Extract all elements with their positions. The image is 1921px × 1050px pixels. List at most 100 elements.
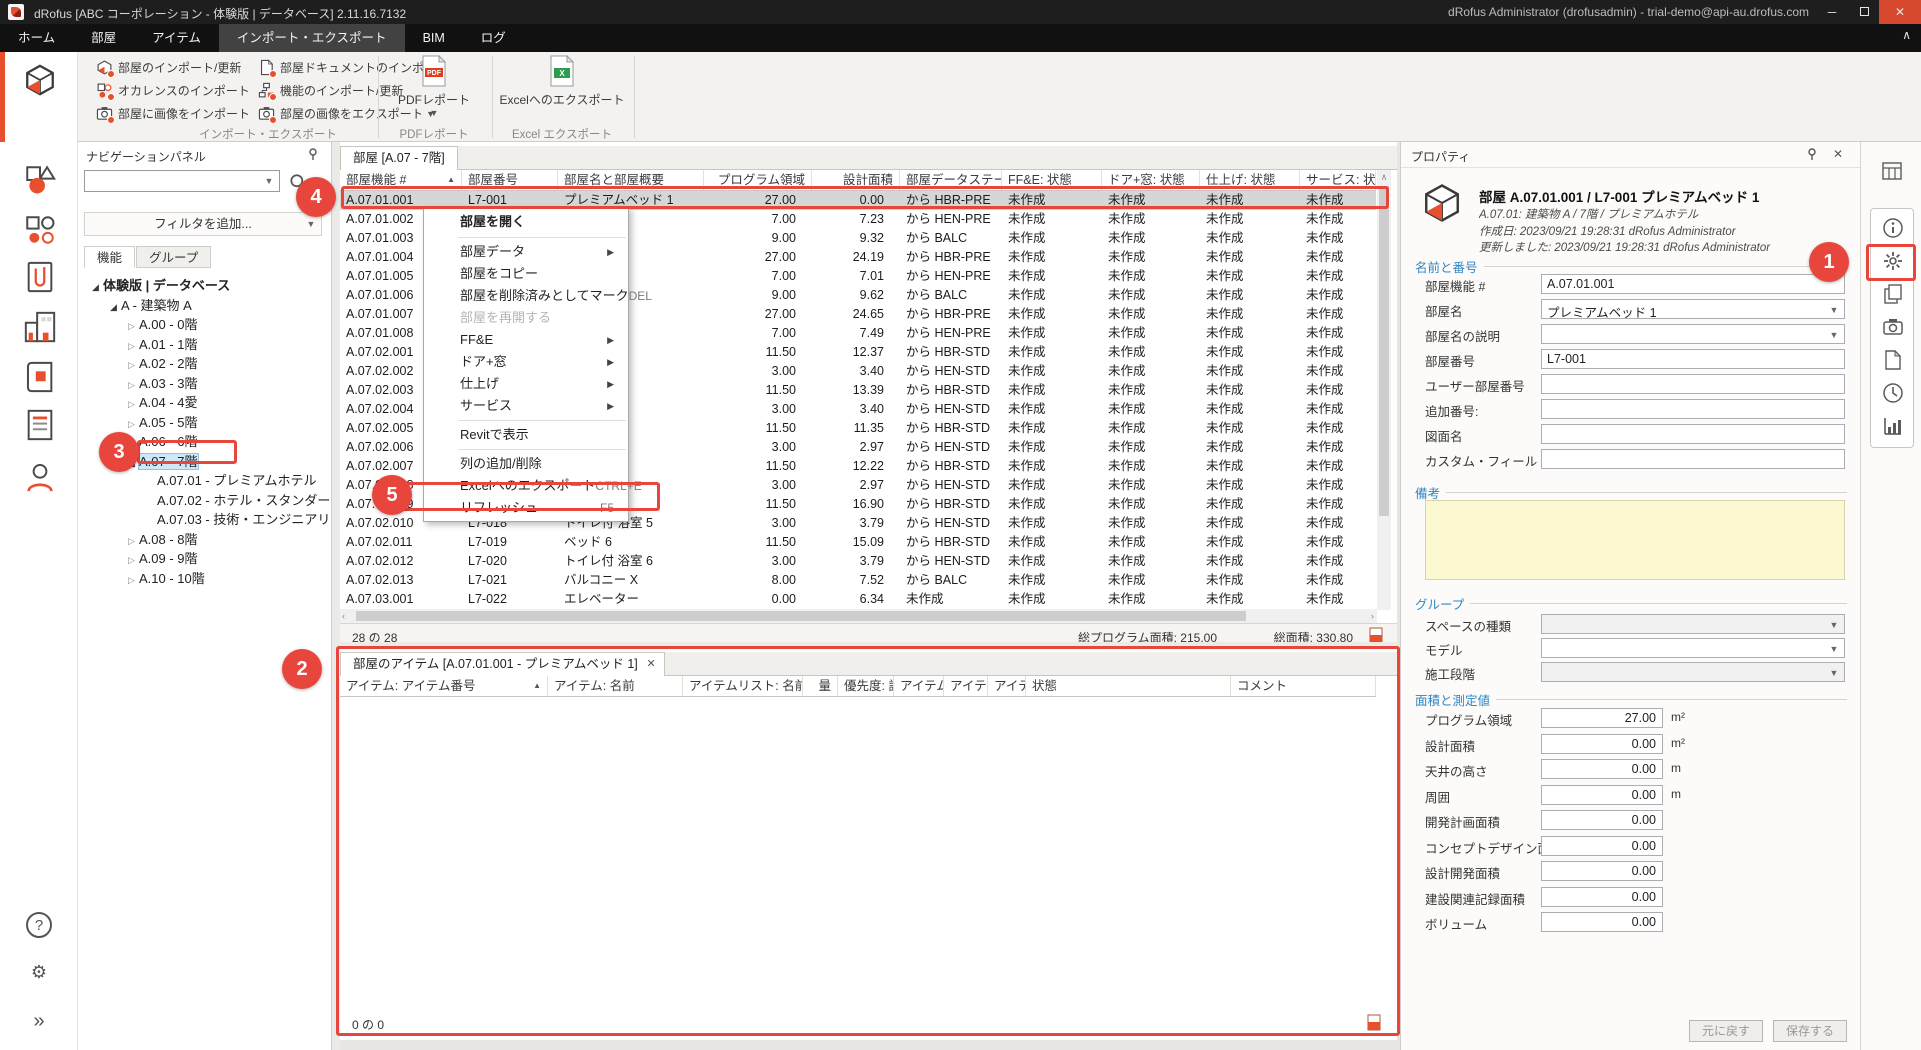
tree-expanded-icon[interactable]: ◢ bbox=[88, 278, 103, 298]
field-text[interactable]: 0.00 bbox=[1541, 836, 1663, 856]
tree-item-label[interactable]: A.10 - 10階 bbox=[139, 571, 205, 586]
search-icon[interactable] bbox=[288, 172, 310, 192]
menu-tab-部屋[interactable]: 部屋 bbox=[73, 24, 134, 52]
field-text[interactable] bbox=[1541, 449, 1845, 469]
items-module-icon[interactable] bbox=[20, 160, 60, 200]
chevron-down-icon[interactable]: ▼ bbox=[1826, 617, 1842, 633]
field-text[interactable] bbox=[1541, 374, 1845, 394]
scroll-left-icon[interactable]: ‹ bbox=[342, 609, 345, 623]
tree-item[interactable]: ▷A.09 - 9階 bbox=[78, 549, 330, 569]
menu-item-部屋を開く[interactable]: 部屋を開く bbox=[424, 210, 628, 234]
expand-icon[interactable]: » bbox=[18, 1010, 60, 1033]
field-text[interactable]: 27.00 bbox=[1541, 708, 1663, 728]
column-header[interactable]: 設計面積 bbox=[812, 170, 900, 190]
tree-item-label[interactable]: A.09 - 9階 bbox=[139, 551, 198, 566]
column-header[interactable]: 部屋機能 #▲ bbox=[340, 170, 462, 190]
items-table-header[interactable]: アイテム: アイテム番号▲アイテム: 名前アイテムリスト: 名前量優先度: 説.… bbox=[340, 676, 1376, 697]
column-header[interactable]: 部屋データステータス bbox=[900, 170, 1002, 190]
column-header[interactable]: 部屋番号 bbox=[462, 170, 558, 190]
rooms-module-icon[interactable] bbox=[20, 60, 60, 100]
splitter[interactable] bbox=[332, 142, 340, 1050]
tree-item-label[interactable]: A.05 - 5階 bbox=[139, 415, 198, 430]
tree-item[interactable]: ◢体験版 | データベース bbox=[78, 276, 330, 296]
column-header[interactable]: コメント bbox=[1231, 676, 1376, 696]
column-header[interactable]: アイテム: アイテム番号▲ bbox=[340, 676, 548, 696]
documents-icon[interactable] bbox=[1876, 279, 1910, 309]
field-combo[interactable]: プレミアムベッド 1▼ bbox=[1541, 299, 1845, 319]
table-row[interactable]: A.07.02.012L7-020トイレ付 浴室 63.003.79から HEN… bbox=[340, 552, 1376, 571]
tree-item[interactable]: ▷A.10 - 10階 bbox=[78, 569, 330, 589]
tree-item-label[interactable]: A.07.02 - ホテル・スタンダード bbox=[157, 493, 343, 508]
field-text[interactable]: 0.00 bbox=[1541, 759, 1663, 779]
chevron-down-icon[interactable]: ▼ bbox=[1826, 641, 1842, 657]
column-header[interactable]: アイテ... bbox=[944, 676, 988, 696]
tree-item[interactable]: ◢A.07 - 7階 bbox=[78, 452, 330, 472]
close-tab-icon[interactable]: ✕ bbox=[647, 653, 656, 676]
table-row[interactable]: A.07.02.013L7-021バルコニー X8.007.52から BALC未… bbox=[340, 571, 1376, 590]
scroll-right-icon[interactable]: › bbox=[1371, 609, 1374, 623]
ribbon-button[interactable]: オカレンスのインポート/更新 bbox=[92, 80, 252, 101]
tree-item-label[interactable]: A - 建築物 A bbox=[121, 298, 192, 313]
tree-item[interactable]: ▷A.05 - 5階 bbox=[78, 413, 330, 433]
products-module-icon[interactable] bbox=[20, 357, 60, 397]
occurrences-module-icon[interactable] bbox=[20, 210, 60, 250]
tree-collapsed-icon[interactable]: ▷ bbox=[124, 317, 139, 337]
field-combo[interactable]: ▼ bbox=[1541, 614, 1845, 634]
column-header[interactable]: 優先度: 説... bbox=[838, 676, 894, 696]
tree-item[interactable]: ▷A.03 - 3階 bbox=[78, 374, 330, 394]
reports-module-icon[interactable] bbox=[20, 405, 60, 445]
field-text[interactable]: 0.00 bbox=[1541, 734, 1663, 754]
field-text[interactable] bbox=[1541, 399, 1845, 419]
column-header[interactable]: 部屋名と部屋概要 bbox=[558, 170, 704, 190]
field-combo[interactable]: ▼ bbox=[1541, 638, 1845, 658]
tree-collapsed-icon[interactable]: ▷ bbox=[124, 356, 139, 376]
collapse-ribbon-icon[interactable]: ∧ bbox=[1902, 28, 1911, 42]
undo-button[interactable]: 元に戻す bbox=[1689, 1020, 1763, 1042]
excel-export-button[interactable]: X Excelへのエクスポート bbox=[498, 55, 626, 123]
tree-item[interactable]: A.07.01 - プレミアムホテル bbox=[78, 471, 330, 491]
tree-item[interactable]: ▷A.00 - 0階 bbox=[78, 315, 330, 335]
layout-grid-icon[interactable] bbox=[1875, 156, 1909, 186]
field-combo[interactable]: ▼ bbox=[1541, 324, 1845, 344]
column-header[interactable]: アイテムリスト: 名前 bbox=[683, 676, 803, 696]
tree-item-label[interactable]: A.03 - 3階 bbox=[139, 376, 198, 391]
chevron-down-icon[interactable]: ▼ bbox=[1826, 665, 1842, 681]
tree-item-label[interactable]: 体験版 | データベース bbox=[103, 278, 230, 293]
field-text[interactable]: L7-001 bbox=[1541, 349, 1845, 369]
tree-item-label[interactable]: A.00 - 0階 bbox=[139, 317, 198, 332]
field-text[interactable] bbox=[1541, 424, 1845, 444]
field-text[interactable]: 0.00 bbox=[1541, 887, 1663, 907]
menu-item-Revitで表示[interactable]: Revitで表示 bbox=[424, 424, 628, 446]
info-icon[interactable] bbox=[1876, 213, 1910, 243]
column-header[interactable]: プログラム領域 bbox=[704, 170, 812, 190]
menu-tab-アイテム[interactable]: アイテム bbox=[134, 24, 219, 52]
pin-icon[interactable] bbox=[1805, 147, 1819, 164]
pdf-report-button[interactable]: PDF PDFレポート ▼ bbox=[382, 55, 486, 123]
minimize-button[interactable]: ─ bbox=[1817, 0, 1847, 24]
help-icon[interactable]: ? bbox=[26, 912, 52, 938]
tree-collapsed-icon[interactable]: ▷ bbox=[124, 395, 139, 415]
menu-item-サービス[interactable]: サービス▶ bbox=[424, 395, 628, 417]
room-settings-gear-icon[interactable] bbox=[1876, 246, 1910, 276]
tab-room-items[interactable]: 部屋のアイテム [A.07.01.001 - プレミアムベッド 1] ✕ bbox=[340, 652, 665, 676]
chevron-down-icon[interactable]: ▼ bbox=[1826, 302, 1842, 318]
column-header[interactable]: アイテム... bbox=[894, 676, 944, 696]
column-header[interactable]: 状態 bbox=[1026, 676, 1231, 696]
measurements-icon[interactable] bbox=[1876, 411, 1910, 441]
menu-tab-ログ[interactable]: ログ bbox=[463, 24, 524, 52]
column-header[interactable]: 仕上げ: 状態 bbox=[1200, 170, 1300, 190]
tree-item-label[interactable]: A.01 - 1階 bbox=[139, 337, 198, 352]
file-icon[interactable] bbox=[1876, 345, 1910, 375]
tree-item-label[interactable]: A.07.01 - プレミアムホテル bbox=[157, 473, 316, 488]
horizontal-scrollbar[interactable]: ‹ › bbox=[340, 609, 1377, 623]
menu-tab-ホーム[interactable]: ホーム bbox=[0, 24, 73, 52]
tab-rooms[interactable]: 部屋 [A.07 - 7階] bbox=[340, 146, 458, 170]
menu-item-列の追加/削除[interactable]: 列の追加/削除 bbox=[424, 453, 628, 475]
pin-icon[interactable] bbox=[306, 147, 320, 166]
tree-item[interactable]: A.07.02 - ホテル・スタンダード bbox=[78, 491, 330, 511]
ribbon-button[interactable]: 部屋のインポート/更新 bbox=[92, 57, 252, 78]
column-header[interactable]: サービス: 状態 bbox=[1300, 170, 1376, 190]
menu-item-FF&E[interactable]: FF&E▶ bbox=[424, 329, 628, 351]
save-button[interactable]: 保存する bbox=[1773, 1020, 1847, 1042]
column-header[interactable]: アイテ... bbox=[988, 676, 1026, 696]
